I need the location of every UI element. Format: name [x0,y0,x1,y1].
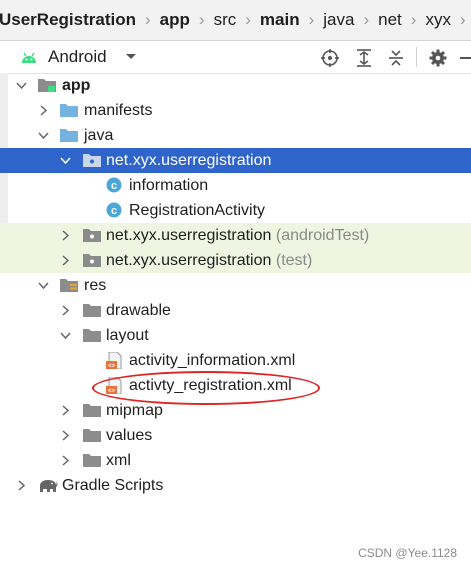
tree-item-label: net.xyx.userregistration [106,152,272,169]
breadcrumb-item-project[interactable]: UserRegistration [0,10,138,30]
tree-item-label: net.xyx.userregistration (androidTest) [106,223,369,248]
tree-item-label: activty_registration.xml [129,377,292,394]
project-view-selector[interactable]: Android [48,47,107,67]
breadcrumb-separator-icon: › [198,10,205,29]
package-name: net.xyx.userregistration [106,252,272,269]
watermark: CSDN @Yee.1128 [358,546,457,560]
folder-icon [83,329,101,342]
tree-item-gradle-scripts[interactable]: Gradle Scripts [0,473,471,498]
tree-item-package-test[interactable]: net.xyx.userregistration (test) [0,248,471,273]
breadcrumb-item-net[interactable]: net [376,10,404,30]
tree-item-layout[interactable]: layout [0,323,471,348]
source-set-label: (androidTest) [275,227,370,244]
chevron-down-icon[interactable] [60,330,71,341]
tree-item-drawable[interactable]: drawable [0,298,471,323]
tree-item-package-android-test[interactable]: net.xyx.userregistration (androidTest) [0,223,471,248]
tree-item-xml[interactable]: xml [0,448,471,473]
breadcrumb-item-src[interactable]: src [212,10,239,30]
settings-icon[interactable] [428,48,448,68]
chevron-right-icon[interactable] [60,255,71,266]
tree-item-mipmap[interactable]: mipmap [0,398,471,423]
tree-item-app[interactable]: app [0,73,471,98]
chevron-right-icon[interactable] [60,230,71,241]
layout-xml-file-icon: <> [106,377,122,394]
layout-xml-file-icon: <> [106,352,122,369]
breadcrumb-item-xyx[interactable]: xyx [423,10,453,30]
collapse-all-icon[interactable] [386,48,406,68]
chevron-right-icon[interactable] [16,480,27,491]
svg-text:c: c [111,205,117,217]
chevron-down-icon[interactable] [16,80,27,91]
package-icon [83,229,101,242]
tree-item-label: RegistrationActivity [129,202,266,219]
tree-item-manifests[interactable]: manifests [0,98,471,123]
class-icon: c [106,202,122,218]
tree-item-java[interactable]: java [0,123,471,148]
tree-item-label: Gradle Scripts [62,477,164,494]
chevron-down-icon[interactable] [38,280,49,291]
locate-icon[interactable] [320,48,340,68]
hide-icon[interactable] [458,48,471,68]
folder-icon [83,304,101,317]
tree-item-label: manifests [84,102,153,119]
project-view-header: Android [0,41,471,74]
tree-item-label: drawable [106,302,171,319]
tree-item-registration-activity[interactable]: c RegistrationActivity [0,198,471,223]
expand-all-icon[interactable] [354,48,374,68]
package-name: net.xyx.userregistration [106,227,272,244]
tree-item-label: java [84,127,114,144]
breadcrumb-separator-icon: › [363,10,370,29]
tree-item-label: layout [106,327,149,344]
breadcrumb-item-app[interactable]: app [158,10,192,30]
breadcrumb-separator-icon: › [308,10,315,29]
chevron-right-icon[interactable] [60,455,71,466]
resource-folder-icon [60,279,78,292]
folder-icon [60,104,78,117]
tree-item-label: values [106,427,153,444]
tree-item-res[interactable]: res [0,273,471,298]
package-icon [83,154,101,167]
module-folder-icon [38,79,56,92]
class-icon: c [106,177,122,193]
tree-item-information[interactable]: c information [0,173,471,198]
breadcrumb-item-main[interactable]: main [258,10,302,30]
breadcrumb-separator-icon: › [459,10,466,29]
tree-item-label: xml [106,452,131,469]
tree-item-activity-registration-xml[interactable]: <> activty_registration.xml [0,373,471,398]
gradle-elephant-icon [40,480,58,492]
chevron-down-icon[interactable] [38,130,49,141]
tree-item-package-main[interactable]: net.xyx.userregistration [0,148,471,173]
chevron-right-icon[interactable] [60,430,71,441]
tree-item-label: app [62,77,91,94]
tree-item-values[interactable]: values [0,423,471,448]
breadcrumb-item-java[interactable]: java [321,10,356,30]
toolbar-divider [416,47,417,67]
tree-item-label: res [84,277,107,294]
chevron-down-icon[interactable] [60,155,71,166]
tree-item-label: information [129,177,209,194]
svg-text:c: c [111,180,117,192]
chevron-right-icon[interactable] [60,405,71,416]
folder-icon [83,454,101,467]
tree-item-activity-information-xml[interactable]: <> activity_information.xml [0,348,471,373]
source-set-label: (test) [275,252,313,269]
folder-icon [60,129,78,142]
tree-item-label: activity_information.xml [129,352,296,369]
chevron-right-icon[interactable] [60,305,71,316]
tree-item-label: mipmap [106,402,163,419]
chevron-right-icon[interactable] [38,105,49,116]
tree-item-label: net.xyx.userregistration (test) [106,248,312,273]
package-icon [83,254,101,267]
breadcrumb-separator-icon: › [245,10,251,29]
breadcrumb: UserRegistration › app › src › main › ja… [0,0,471,41]
breadcrumb-separator-icon: › [144,10,151,29]
svg-text:<>: <> [108,389,116,395]
folder-icon [83,429,101,442]
android-icon [22,52,36,63]
breadcrumb-separator-icon: › [410,10,417,29]
folder-icon [83,404,101,417]
svg-text:<>: <> [108,364,116,370]
chevron-down-icon[interactable] [125,53,137,61]
